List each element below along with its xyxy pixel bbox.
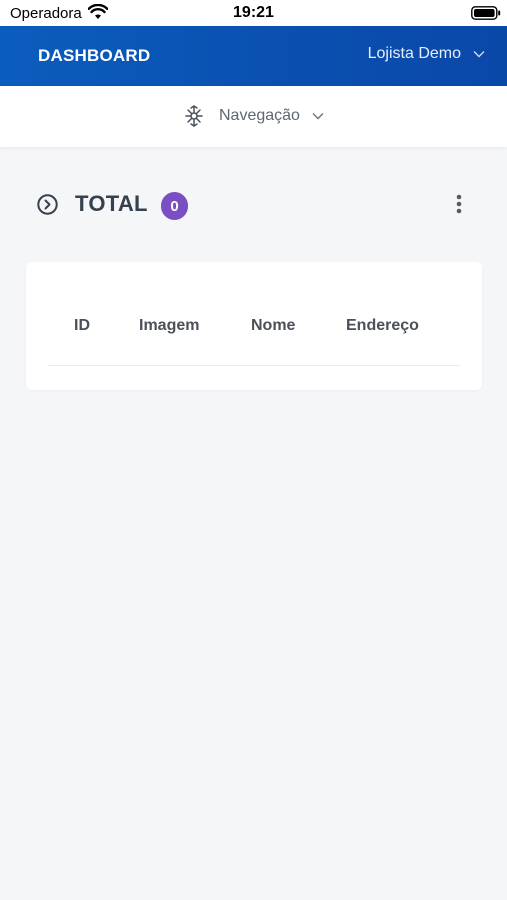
chevron-down-icon	[312, 113, 324, 120]
battery-icon	[471, 6, 501, 20]
navigation-bar: Navegação	[0, 86, 507, 147]
column-header-imagem[interactable]: Imagem	[139, 317, 199, 335]
user-menu-button[interactable]: Lojista Demo	[368, 45, 485, 63]
navigation-label: Navegação	[219, 107, 300, 124]
table-header: ID Imagem Nome Endereço	[48, 262, 460, 366]
total-title: TOTAL	[75, 191, 148, 216]
total-count-badge: 0	[161, 192, 188, 220]
app-header: DASHBOARD Lojista Demo	[0, 26, 507, 86]
more-options-icon[interactable]	[452, 193, 466, 215]
status-time: 19:21	[233, 4, 274, 21]
column-header-nome[interactable]: Nome	[251, 317, 295, 335]
chevron-down-icon	[473, 51, 485, 58]
navigation-dropdown[interactable]: Navegação	[184, 105, 324, 127]
compass-icon	[185, 105, 203, 127]
chevron-right-circle-icon[interactable]	[37, 194, 58, 215]
table-card: ID Imagem Nome Endereço	[26, 262, 482, 390]
status-bar: Operadora 19:21	[0, 0, 507, 26]
dashboard-title[interactable]: DASHBOARD	[38, 46, 150, 66]
user-name: Lojista Demo	[367, 45, 461, 62]
column-header-endereco[interactable]: Endereço	[346, 317, 419, 335]
column-header-id[interactable]: ID	[74, 317, 90, 335]
total-section-header: TOTAL 0	[37, 190, 477, 224]
